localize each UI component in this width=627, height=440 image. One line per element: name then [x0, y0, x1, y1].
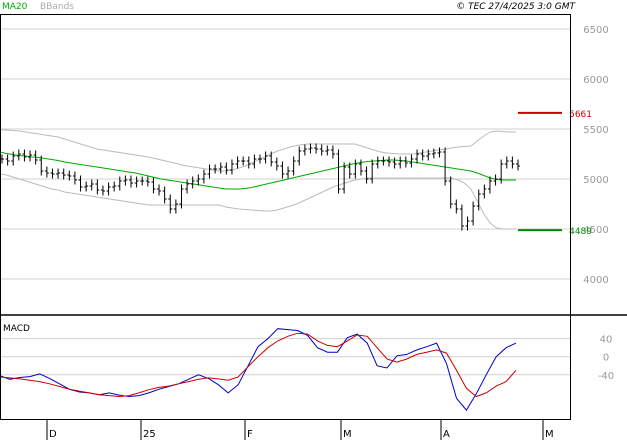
resistance-level-label: 5661 [569, 110, 592, 120]
macd-line [0, 328, 517, 411]
stock-chart: 400045005000550060006500 56614489 400-40… [0, 2, 627, 440]
price-y-tick-label: 6500 [583, 25, 608, 36]
x-tick-label: M [545, 429, 554, 440]
macd-y-tick-label: 0 [603, 353, 609, 364]
macd-lines [0, 328, 517, 411]
chart-frame: D 25 F M A M [0, 14, 627, 440]
price-y-tick-label: 5000 [583, 175, 608, 186]
price-y-tick-label: 6000 [583, 75, 608, 86]
bbands-lower-line [0, 173, 516, 230]
price-y-tick-label: 4000 [583, 275, 608, 286]
ma20-line [0, 151, 516, 190]
price-y-tick-label: 5500 [583, 125, 608, 136]
x-tick-label: F [247, 429, 253, 440]
bbands-legend-label: BBands [40, 2, 74, 12]
price-grid: 400045005000550060006500 [0, 25, 609, 286]
chart-labels: MA20 BBands © TEC 27/4/2025 3:0 GMT MACD [2, 2, 577, 334]
plot-border [0, 14, 571, 420]
price-bars [0, 143, 520, 231]
macd-grid: 40 0 -40 [0, 335, 614, 382]
x-tick-label: A [443, 429, 450, 440]
copyright-label: © TEC 27/4/2025 3:0 GMT [456, 2, 576, 12]
macd-y-tick-label: -40 [598, 371, 614, 382]
x-tick-label: D [49, 429, 57, 440]
signal-line [0, 332, 517, 398]
x-tick-label: M [343, 429, 352, 440]
support-level-label: 4489 [569, 227, 592, 237]
x-tick-label: 25 [143, 429, 156, 440]
macd-y-tick-label: 40 [600, 335, 613, 346]
ma20-legend-label: MA20 [2, 2, 28, 12]
bbands-upper-line [0, 129, 516, 172]
macd-panel-title: MACD [3, 324, 30, 334]
ma20-path [0, 151, 516, 190]
